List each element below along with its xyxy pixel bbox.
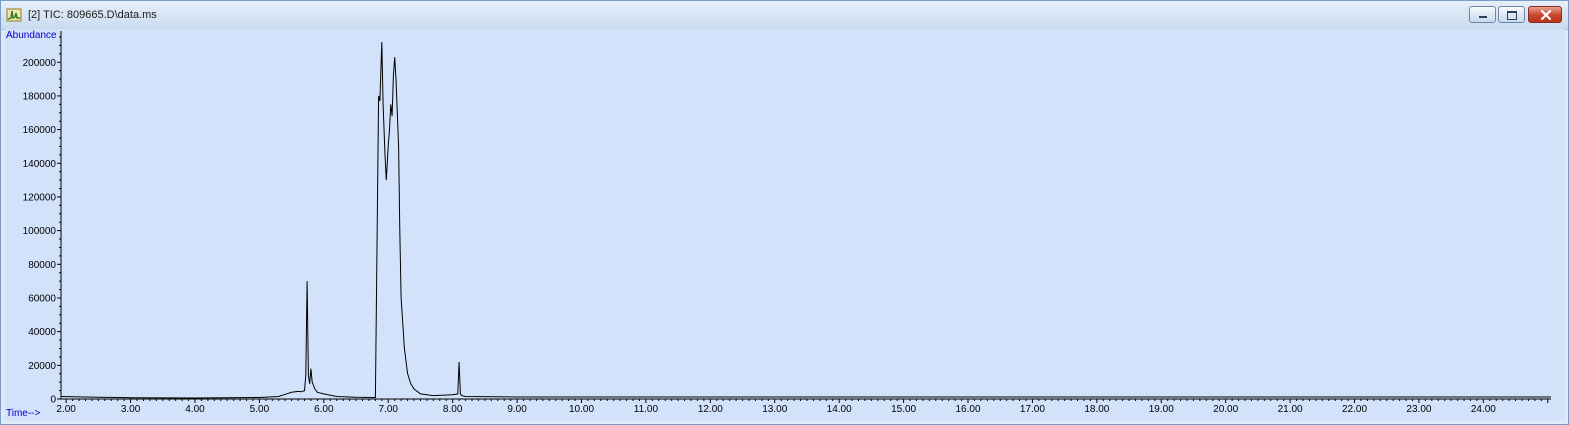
x-tick-label: 5.00 bbox=[250, 404, 270, 415]
y-tick-label: 200000 bbox=[23, 58, 57, 69]
close-button[interactable] bbox=[1528, 6, 1562, 23]
y-axis-label: Abundance bbox=[6, 30, 57, 41]
chromatogram-app-icon bbox=[6, 8, 22, 22]
chromatogram-window: [2] TIC: 809665.D\data.ms 0 20000 40000 600… bbox=[0, 0, 1569, 425]
x-tick-label: 18.00 bbox=[1084, 404, 1109, 415]
maximize-icon bbox=[1507, 11, 1517, 20]
tic-trace-line bbox=[60, 42, 1551, 399]
y-tick-label: 120000 bbox=[23, 192, 57, 203]
x-tick-label: 3.00 bbox=[121, 404, 141, 415]
y-tick-label: 20000 bbox=[28, 361, 56, 372]
x-tick-label: 9.00 bbox=[507, 404, 527, 415]
window-title: [2] TIC: 809665.D\data.ms bbox=[28, 9, 157, 21]
x-tick-label: 17.00 bbox=[1020, 404, 1045, 415]
y-tick-label: 100000 bbox=[23, 226, 57, 237]
x-tick-label: 19.00 bbox=[1149, 404, 1174, 415]
title-bar[interactable]: [2] TIC: 809665.D\data.ms bbox=[1, 1, 1568, 30]
y-tick-label: 40000 bbox=[28, 327, 56, 338]
minimize-button[interactable] bbox=[1469, 6, 1496, 23]
x-tick-label: 6.00 bbox=[314, 404, 334, 415]
x-axis-label: Time--> bbox=[6, 408, 41, 419]
x-tick-label: 13.00 bbox=[762, 404, 787, 415]
maximize-button[interactable] bbox=[1498, 6, 1525, 23]
x-tick-label: 4.00 bbox=[185, 404, 205, 415]
minimize-icon bbox=[1479, 16, 1487, 18]
x-tick-label: 11.00 bbox=[634, 404, 659, 415]
x-tick-label: 2.00 bbox=[56, 404, 76, 415]
x-tick-label: 7.00 bbox=[379, 404, 399, 415]
x-tick-label: 21.00 bbox=[1278, 404, 1303, 415]
axes bbox=[57, 31, 1551, 403]
chart-area: 0 20000 40000 60000 80000 100000 120000 140000 1… bbox=[5, 29, 1565, 421]
x-tick-label: 24.00 bbox=[1471, 404, 1496, 415]
x-tick-label: 10.00 bbox=[569, 404, 594, 415]
x-tick-label: 14.00 bbox=[827, 404, 852, 415]
x-tick-label: 20.00 bbox=[1213, 404, 1238, 415]
y-tick-label: 180000 bbox=[23, 91, 57, 102]
x-tick-label: 16.00 bbox=[955, 404, 980, 415]
chromatogram-chart: 0200004000060000800001000001200001400001… bbox=[6, 30, 1551, 419]
x-axis-ticks: 2.00 3.00 4.00 5.00 6.00 7.00 8.00 9.00 10.00 11.… bbox=[56, 404, 1496, 415]
x-tick-label: 8.00 bbox=[443, 404, 463, 415]
x-tick-label: 23.00 bbox=[1406, 404, 1431, 415]
y-tick-label: 80000 bbox=[28, 260, 56, 271]
y-tick-label: 140000 bbox=[23, 159, 57, 170]
y-axis-ticks: 0200004000060000800001000001200001400001… bbox=[23, 58, 57, 406]
x-tick-label: 22.00 bbox=[1342, 404, 1367, 415]
x-tick-label: 12.00 bbox=[698, 404, 723, 415]
close-icon bbox=[1540, 9, 1552, 21]
x-tick-label: 15.00 bbox=[891, 404, 916, 415]
y-tick-label: 160000 bbox=[23, 125, 57, 136]
y-tick-label: 60000 bbox=[28, 293, 56, 304]
